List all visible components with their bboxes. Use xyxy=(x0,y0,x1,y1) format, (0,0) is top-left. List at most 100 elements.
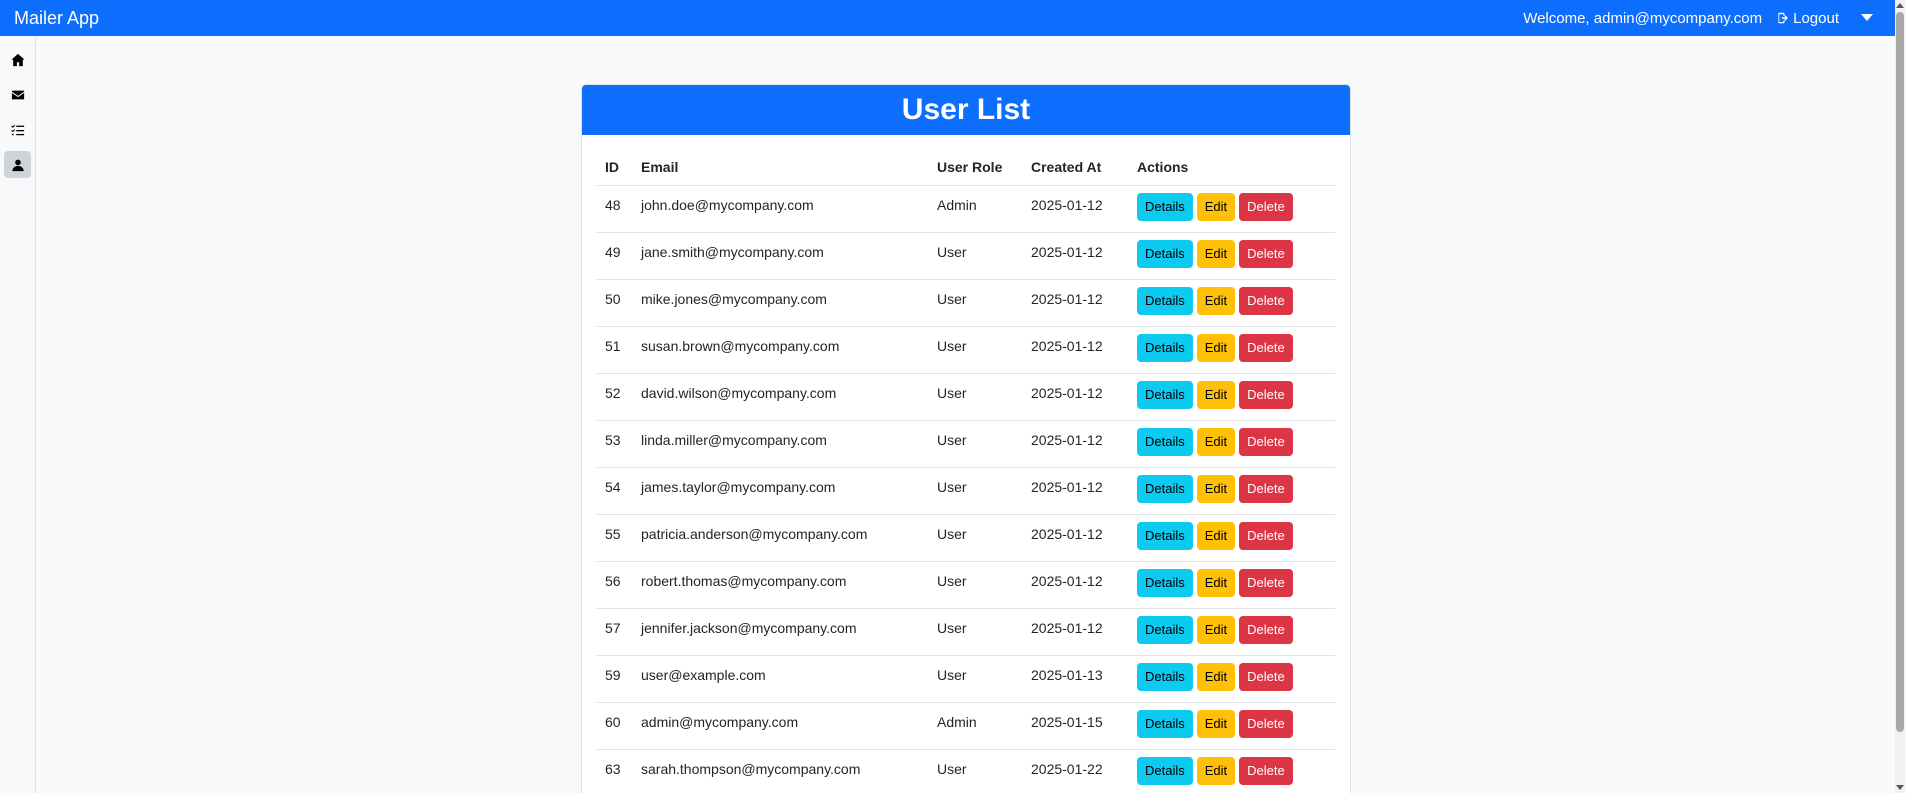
cell-id: 56 xyxy=(597,561,633,609)
logout-icon xyxy=(1778,12,1789,24)
delete-button[interactable]: Delete xyxy=(1239,662,1293,691)
cell-role: User xyxy=(929,420,1023,468)
delete-button[interactable]: Delete xyxy=(1239,427,1293,456)
cell-actions: Details Edit Delete xyxy=(1129,373,1335,421)
delete-button[interactable]: Delete xyxy=(1239,709,1293,738)
sidebar-item-mail[interactable] xyxy=(4,81,31,108)
details-button[interactable]: Details xyxy=(1137,192,1193,221)
cell-role: User xyxy=(929,749,1023,793)
table-row: 49 jane.smith@mycompany.com User 2025-01-12… xyxy=(597,232,1335,280)
cell-email: jennifer.jackson@mycompany.com xyxy=(633,608,929,656)
cell-email: mike.jones@mycompany.com xyxy=(633,279,929,327)
table-row: 59 user@example.com User 2025-01-13 Details E… xyxy=(597,655,1335,703)
cell-actions: Details Edit Delete xyxy=(1129,608,1335,656)
details-button[interactable]: Details xyxy=(1137,239,1193,268)
sidebar-item-tasks[interactable] xyxy=(4,116,31,143)
cell-created: 2025-01-12 xyxy=(1023,467,1129,515)
cell-id: 49 xyxy=(597,232,633,280)
table-row: 53 linda.miller@mycompany.com User 2025-01-… xyxy=(597,420,1335,468)
column-header-email: Email xyxy=(633,149,929,186)
cell-email: john.doe@mycompany.com xyxy=(633,185,929,233)
chevron-down-icon xyxy=(1861,14,1873,21)
user-dropdown-toggle[interactable] xyxy=(1861,14,1873,22)
cell-role: User xyxy=(929,467,1023,515)
column-header-created: Created At xyxy=(1023,149,1129,186)
logout-button[interactable]: Logout xyxy=(1774,10,1839,27)
cell-created: 2025-01-22 xyxy=(1023,749,1129,793)
scroll-up-arrow-icon[interactable] xyxy=(1896,2,1904,10)
cell-actions: Details Edit Delete xyxy=(1129,655,1335,703)
details-button[interactable]: Details xyxy=(1137,662,1193,691)
sidebar xyxy=(0,36,36,793)
scrollbar-thumb[interactable] xyxy=(1896,12,1904,732)
table-row: 55 patricia.anderson@mycompany.com User 202… xyxy=(597,514,1335,562)
delete-button[interactable]: Delete xyxy=(1239,474,1293,503)
cell-created: 2025-01-12 xyxy=(1023,420,1129,468)
edit-button[interactable]: Edit xyxy=(1196,568,1236,597)
sidebar-item-users[interactable] xyxy=(4,151,31,178)
app-brand[interactable]: Mailer App xyxy=(14,8,99,29)
details-button[interactable]: Details xyxy=(1137,286,1193,315)
delete-button[interactable]: Delete xyxy=(1239,568,1293,597)
column-header-actions: Actions xyxy=(1129,149,1335,186)
table-row: 63 sarah.thompson@mycompany.com User 2025-0… xyxy=(597,749,1335,793)
cell-actions: Details Edit Delete xyxy=(1129,561,1335,609)
delete-button[interactable]: Delete xyxy=(1239,239,1293,268)
edit-button[interactable]: Edit xyxy=(1196,286,1236,315)
cell-id: 57 xyxy=(597,608,633,656)
edit-button[interactable]: Edit xyxy=(1196,427,1236,456)
edit-button[interactable]: Edit xyxy=(1196,521,1236,550)
cell-id: 48 xyxy=(597,185,633,233)
cell-role: User xyxy=(929,655,1023,703)
cell-actions: Details Edit Delete xyxy=(1129,279,1335,327)
cell-role: User xyxy=(929,373,1023,421)
details-button[interactable]: Details xyxy=(1137,380,1193,409)
edit-button[interactable]: Edit xyxy=(1196,474,1236,503)
details-button[interactable]: Details xyxy=(1137,615,1193,644)
table-row: 57 jennifer.jackson@mycompany.com User 2025… xyxy=(597,608,1335,656)
delete-button[interactable]: Delete xyxy=(1239,521,1293,550)
cell-role: User xyxy=(929,279,1023,327)
cell-email: admin@mycompany.com xyxy=(633,702,929,750)
sidebar-item-home[interactable] xyxy=(4,46,31,73)
welcome-text: Welcome, admin@mycompany.com xyxy=(1523,9,1763,27)
delete-button[interactable]: Delete xyxy=(1239,756,1293,785)
home-icon xyxy=(10,53,25,66)
table-row: 54 james.taylor@mycompany.com User 2025-01-… xyxy=(597,467,1335,515)
cell-email: susan.brown@mycompany.com xyxy=(633,326,929,374)
delete-button[interactable]: Delete xyxy=(1239,333,1293,362)
table-row: 50 mike.jones@mycompany.com User 2025-01-12… xyxy=(597,279,1335,327)
details-button[interactable]: Details xyxy=(1137,474,1193,503)
cell-role: User xyxy=(929,326,1023,374)
details-button[interactable]: Details xyxy=(1137,333,1193,362)
cell-actions: Details Edit Delete xyxy=(1129,232,1335,280)
edit-button[interactable]: Edit xyxy=(1196,615,1236,644)
edit-button[interactable]: Edit xyxy=(1196,192,1236,221)
edit-button[interactable]: Edit xyxy=(1196,380,1236,409)
delete-button[interactable]: Delete xyxy=(1239,615,1293,644)
delete-button[interactable]: Delete xyxy=(1239,286,1293,315)
details-button[interactable]: Details xyxy=(1137,756,1193,785)
edit-button[interactable]: Edit xyxy=(1196,756,1236,785)
details-button[interactable]: Details xyxy=(1137,709,1193,738)
cell-id: 63 xyxy=(597,749,633,793)
cell-id: 59 xyxy=(597,655,633,703)
cell-role: Admin xyxy=(929,702,1023,750)
details-button[interactable]: Details xyxy=(1137,427,1193,456)
edit-button[interactable]: Edit xyxy=(1196,239,1236,268)
cell-created: 2025-01-12 xyxy=(1023,279,1129,327)
details-button[interactable]: Details xyxy=(1137,521,1193,550)
delete-button[interactable]: Delete xyxy=(1239,380,1293,409)
edit-button[interactable]: Edit xyxy=(1196,662,1236,691)
cell-email: user@example.com xyxy=(633,655,929,703)
cell-id: 51 xyxy=(597,326,633,374)
scroll-down-arrow-icon[interactable] xyxy=(1896,783,1904,791)
edit-button[interactable]: Edit xyxy=(1196,333,1236,362)
details-button[interactable]: Details xyxy=(1137,568,1193,597)
edit-button[interactable]: Edit xyxy=(1196,709,1236,738)
cell-id: 52 xyxy=(597,373,633,421)
cell-actions: Details Edit Delete xyxy=(1129,467,1335,515)
page-scrollbar[interactable] xyxy=(1895,0,1905,793)
delete-button[interactable]: Delete xyxy=(1239,192,1293,221)
cell-email: sarah.thompson@mycompany.com xyxy=(633,749,929,793)
